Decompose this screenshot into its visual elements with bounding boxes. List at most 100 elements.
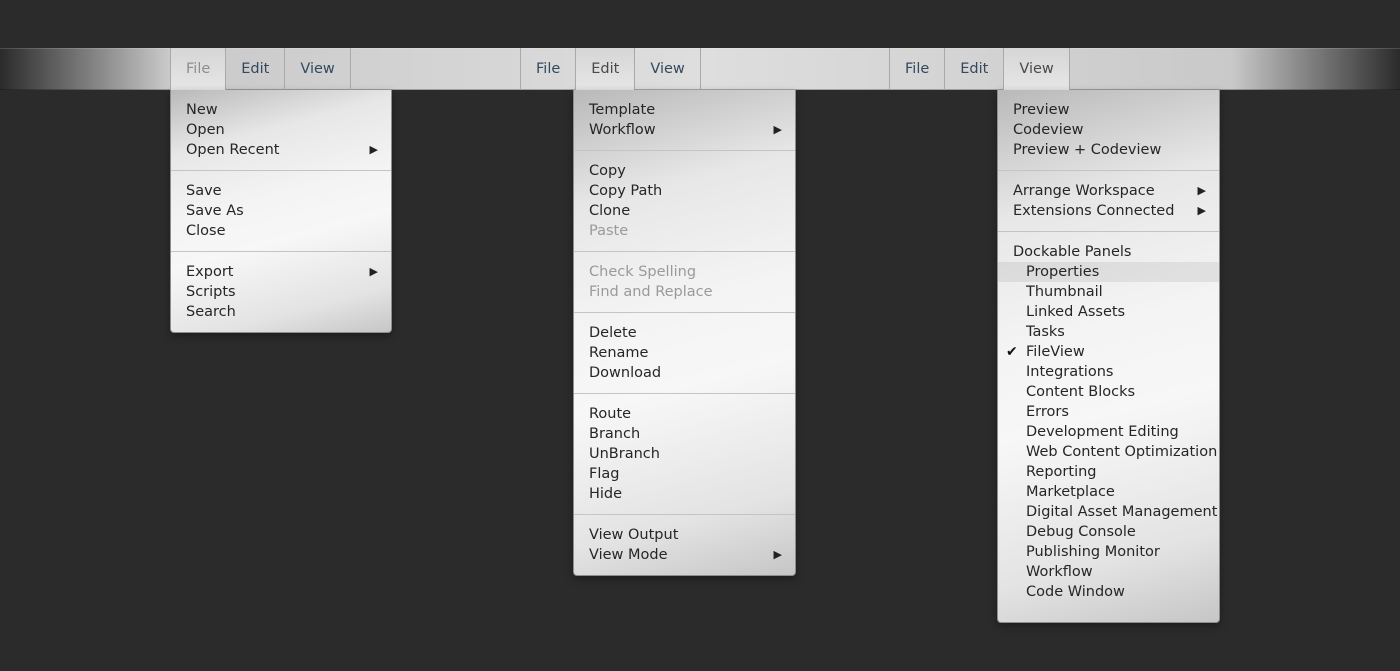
menu-item-search[interactable]: Search — [171, 302, 391, 322]
menu-item-workflow[interactable]: Workflow ▶ — [574, 120, 795, 140]
menu-item-fileview[interactable]: ✔ FileView — [998, 342, 1219, 362]
menu-item-open-recent[interactable]: Open Recent ▶ — [171, 140, 391, 160]
menu-item-open[interactable]: Open — [171, 120, 391, 140]
menu-item-label: Tasks — [1026, 324, 1065, 340]
menu-item-download[interactable]: Download — [574, 363, 795, 383]
menu-item-tasks[interactable]: Tasks — [998, 322, 1219, 342]
menu-group: Template Workflow ▶ — [574, 90, 795, 151]
menu-item-view-mode[interactable]: View Mode ▶ — [574, 545, 795, 565]
menu-item-label: Clone — [589, 203, 631, 219]
menu-file[interactable]: File — [171, 48, 227, 90]
menu-item-branch[interactable]: Branch — [574, 424, 795, 444]
menu-group: Preview Codeview Preview + Codeview — [998, 90, 1219, 171]
menu-edit[interactable]: Edit — [945, 48, 1005, 90]
menu-group: Dockable Panels Properties Thumbnail Linked… — [998, 232, 1219, 612]
menu-item-label: Extensions Connected — [1013, 203, 1175, 219]
menu-item-label: Digital Asset Management — [1026, 504, 1218, 520]
menu-item-label: Web Content Optimization — [1026, 444, 1218, 460]
menu-item-new[interactable]: New — [171, 100, 391, 120]
menu-group: Export ▶ Scripts Search — [171, 252, 391, 332]
menu-file[interactable]: File — [890, 48, 946, 90]
menu-item-errors[interactable]: Errors — [998, 402, 1219, 422]
submenu-arrow-icon: ▶ — [773, 548, 782, 561]
menu-group: Copy Copy Path Clone Paste — [574, 151, 795, 252]
menu-item-copy[interactable]: Copy — [574, 161, 795, 181]
menu-item-label: Template — [589, 102, 656, 118]
menu-group: View Output View Mode ▶ — [574, 515, 795, 575]
menu-view[interactable]: View — [635, 48, 701, 90]
menu-item-label: Development Editing — [1026, 424, 1179, 440]
menu-item-label: Open — [186, 122, 225, 138]
menu-item-label: Preview — [1013, 102, 1070, 118]
menu-item-content-blocks[interactable]: Content Blocks — [998, 382, 1219, 402]
menu-item-label: Flag — [589, 466, 620, 482]
menu-group: Save Save As Close — [171, 171, 391, 252]
menu-item-rename[interactable]: Rename — [574, 343, 795, 363]
menu-item-close[interactable]: Close — [171, 221, 391, 241]
menu-item-label: Find and Replace — [589, 284, 713, 300]
menu-item-paste: Paste — [574, 221, 795, 241]
menu-group: Check Spelling Find and Replace — [574, 252, 795, 313]
submenu-arrow-icon: ▶ — [369, 143, 378, 156]
menu-item-label: Route — [589, 406, 632, 422]
menu-item-hide[interactable]: Hide — [574, 484, 795, 504]
menu-item-label: Preview + Codeview — [1013, 142, 1162, 158]
checkmark-icon: ✔ — [1006, 344, 1018, 360]
submenu-arrow-icon: ▶ — [773, 123, 782, 136]
menu-item-reporting[interactable]: Reporting — [998, 462, 1219, 482]
menu-view[interactable]: View — [1004, 48, 1070, 90]
menu-item-label: Linked Assets — [1026, 304, 1126, 320]
menu-item-preview-codeview[interactable]: Preview + Codeview — [998, 140, 1219, 160]
menu-item-flag[interactable]: Flag — [574, 464, 795, 484]
menu-item-publishing-monitor[interactable]: Publishing Monitor — [998, 542, 1219, 562]
menu-edit[interactable]: Edit — [576, 48, 636, 90]
menu-item-marketplace[interactable]: Marketplace — [998, 482, 1219, 502]
menu-item-linked-assets[interactable]: Linked Assets — [998, 302, 1219, 322]
menu-item-preview[interactable]: Preview — [998, 100, 1219, 120]
menu-group: New Open Open Recent ▶ — [171, 90, 391, 171]
menu-view[interactable]: View — [285, 48, 351, 90]
menu-item-label: Errors — [1026, 404, 1069, 420]
menu-item-label: New — [186, 102, 218, 118]
menu-item-label: Marketplace — [1026, 484, 1115, 500]
menu-item-thumbnail[interactable]: Thumbnail — [998, 282, 1219, 302]
menu-item-template[interactable]: Template — [574, 100, 795, 120]
menu-item-label: Check Spelling — [589, 264, 697, 280]
menu-item-label: Save — [186, 183, 222, 199]
menu-item-development-editing[interactable]: Development Editing — [998, 422, 1219, 442]
menu-file[interactable]: File — [521, 48, 577, 90]
menu-item-route[interactable]: Route — [574, 404, 795, 424]
menu-item-export[interactable]: Export ▶ — [171, 262, 391, 282]
menu-item-label: Delete — [589, 325, 637, 341]
menu-item-codeview[interactable]: Codeview — [998, 120, 1219, 140]
menu-item-digital-asset-management[interactable]: Digital Asset Management — [998, 502, 1219, 522]
menu-item-workflow[interactable]: Workflow — [998, 562, 1219, 582]
menu-item-save[interactable]: Save — [171, 181, 391, 201]
menu-item-copy-path[interactable]: Copy Path — [574, 181, 795, 201]
menu-item-label: Hide — [589, 486, 623, 502]
menu-item-label: Codeview — [1013, 122, 1084, 138]
menu-item-clone[interactable]: Clone — [574, 201, 795, 221]
menu-item-label: Scripts — [186, 284, 236, 300]
menu-item-scripts[interactable]: Scripts — [171, 282, 391, 302]
menu-item-debug-console[interactable]: Debug Console — [998, 522, 1219, 542]
menu-edit[interactable]: Edit — [226, 48, 286, 90]
menu-item-label: Open Recent — [186, 142, 280, 158]
menu-item-view-output[interactable]: View Output — [574, 525, 795, 545]
submenu-arrow-icon: ▶ — [1197, 184, 1206, 197]
edit-dropdown-menu: Template Workflow ▶ Copy Copy Path Clone Paste… — [573, 90, 796, 576]
menubar-2: File Edit View — [520, 48, 701, 90]
menu-item-code-window[interactable]: Code Window — [998, 582, 1219, 602]
menu-item-extensions-connected[interactable]: Extensions Connected ▶ — [998, 201, 1219, 221]
menu-item-unbranch[interactable]: UnBranch — [574, 444, 795, 464]
menu-item-dockable-panels[interactable]: Dockable Panels — [998, 242, 1219, 262]
menu-item-web-content-optimization[interactable]: Web Content Optimization — [998, 442, 1219, 462]
menu-item-label: View Mode — [589, 547, 668, 563]
menu-item-properties[interactable]: Properties — [998, 262, 1219, 282]
menu-item-label: Reporting — [1026, 464, 1097, 480]
menu-item-integrations[interactable]: Integrations — [998, 362, 1219, 382]
menu-item-delete[interactable]: Delete — [574, 323, 795, 343]
menu-group: Delete Rename Download — [574, 313, 795, 394]
menu-item-save-as[interactable]: Save As — [171, 201, 391, 221]
menu-item-arrange-workspace[interactable]: Arrange Workspace ▶ — [998, 181, 1219, 201]
